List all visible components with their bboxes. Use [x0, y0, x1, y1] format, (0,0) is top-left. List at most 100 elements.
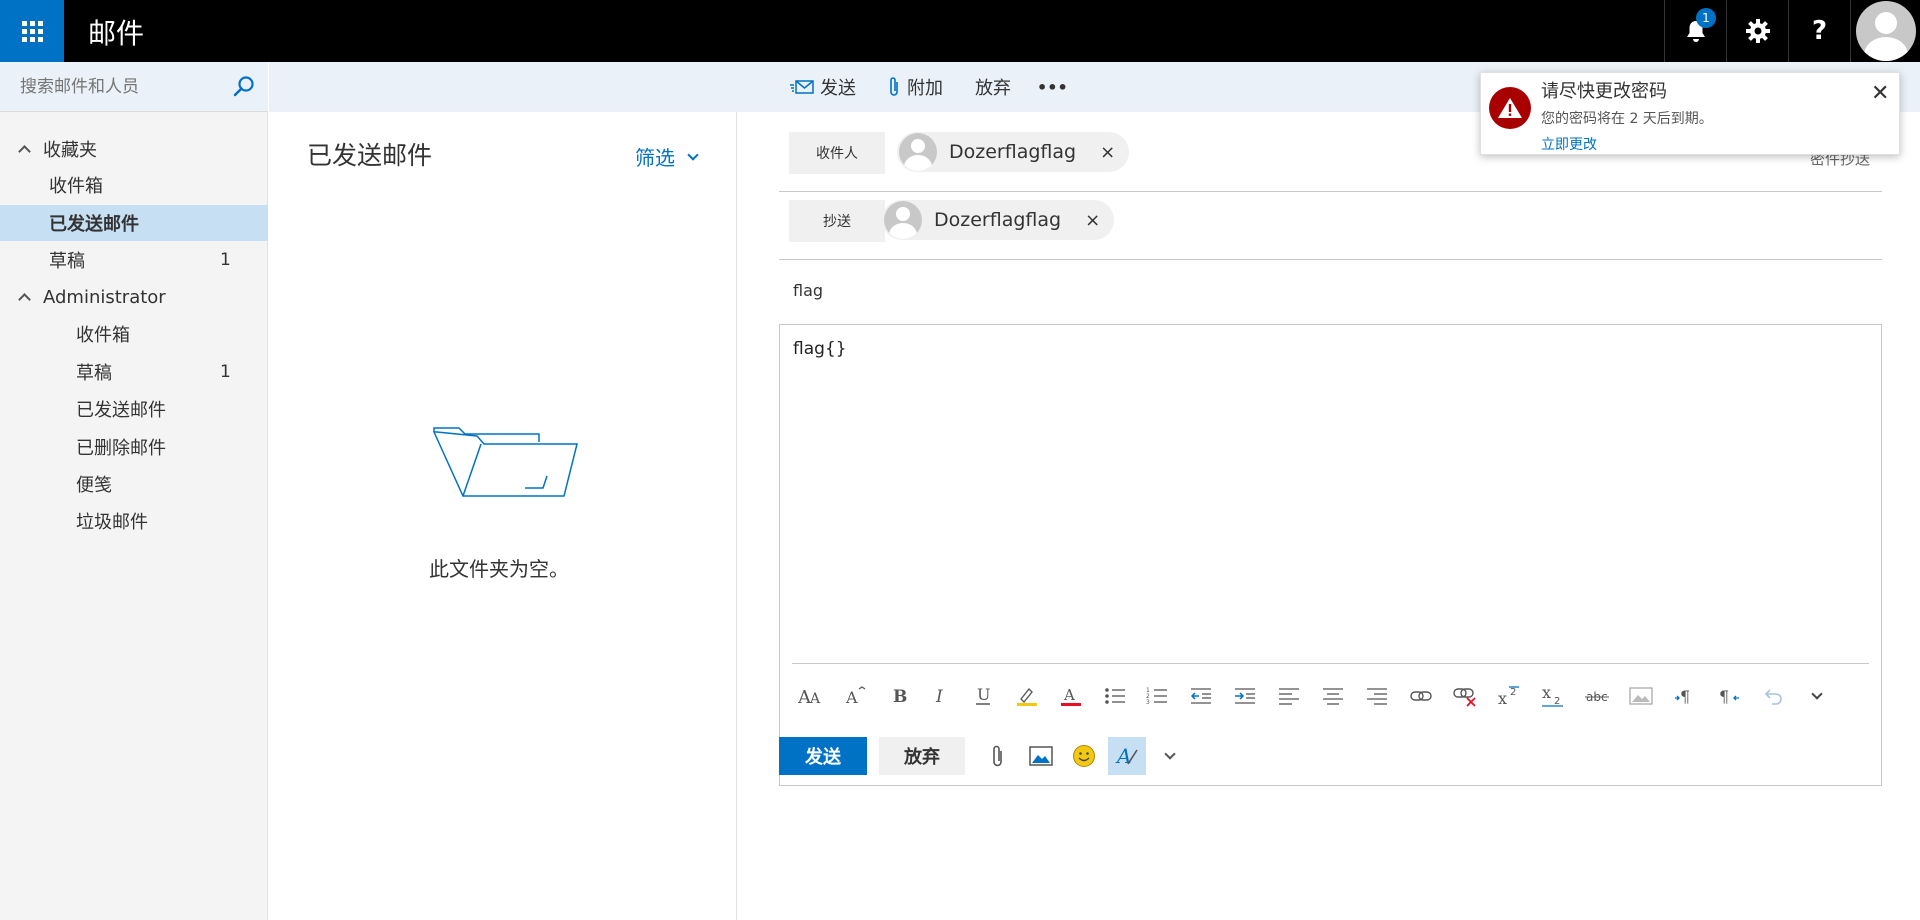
cc-recipient-chip[interactable]: Dozerflagflag ×: [882, 200, 1115, 240]
remove-recipient-icon[interactable]: ×: [1100, 142, 1115, 163]
discard-button[interactable]: 放弃: [879, 737, 965, 775]
cc-field: 抄送 Dozerflagflag ×: [779, 192, 1882, 260]
help-button[interactable]: ?: [1788, 0, 1850, 62]
align-left-icon[interactable]: [1274, 682, 1304, 710]
sidebar-item-inbox[interactable]: 收件箱: [0, 167, 268, 203]
sidebar-item-account-sent[interactable]: 已发送邮件: [0, 391, 268, 427]
font-color-icon[interactable]: A: [1056, 682, 1086, 710]
remove-link-icon[interactable]: [1450, 682, 1480, 710]
bold-icon[interactable]: B: [884, 682, 914, 710]
subscript-icon[interactable]: x2: [1538, 682, 1568, 710]
attach-command-label: 附加: [907, 78, 943, 99]
attach-command-button[interactable]: 附加: [887, 62, 943, 112]
settings-button[interactable]: [1726, 0, 1788, 62]
close-icon[interactable]: ✕: [1871, 81, 1889, 106]
warning-icon: [1489, 87, 1531, 129]
svg-text:A: A: [1115, 744, 1131, 768]
highlight-icon[interactable]: [1012, 682, 1042, 710]
grow-font-icon[interactable]: A: [840, 682, 870, 710]
numbering-icon[interactable]: 123: [1142, 682, 1172, 710]
more-formatting-icon[interactable]: [1802, 682, 1832, 710]
chevron-up-icon: [18, 144, 31, 158]
remove-recipient-icon[interactable]: ×: [1085, 210, 1100, 231]
unread-count: 1: [220, 250, 231, 270]
align-right-icon[interactable]: [1362, 682, 1392, 710]
account-label: Administrator: [43, 286, 166, 308]
send-command-button[interactable]: 发送: [790, 62, 856, 112]
favorites-header[interactable]: 收藏夹: [0, 131, 268, 167]
filter-button[interactable]: 筛选: [635, 142, 699, 171]
svg-text:x: x: [1542, 685, 1551, 702]
sidebar-item-account-drafts[interactable]: 草稿 1: [0, 354, 268, 390]
signature-icon[interactable]: A: [1108, 737, 1146, 775]
undo-icon[interactable]: [1758, 682, 1788, 710]
change-password-link[interactable]: 立即更改: [1541, 134, 1597, 154]
sidebar-item-label: 已删除邮件: [76, 438, 166, 459]
sidebar-item-account-deleted[interactable]: 已删除邮件: [0, 429, 268, 465]
search-box: [0, 62, 268, 112]
insert-image-icon[interactable]: [1626, 682, 1656, 710]
sidebar-item-sent[interactable]: 已发送邮件: [0, 205, 268, 241]
sidebar-item-label: 已发送邮件: [76, 400, 166, 421]
strikethrough-icon[interactable]: abc: [1582, 682, 1612, 710]
link-icon[interactable]: [1406, 682, 1436, 710]
message-body-editor[interactable]: flag{} AA A B I U A 1 2 3 x 2 x 2 abc ¶ …: [779, 324, 1882, 786]
folder-title: 已发送邮件: [307, 141, 433, 170]
font-size-icon[interactable]: AA: [796, 682, 826, 710]
italic-icon[interactable]: I: [926, 682, 956, 710]
superscript-icon[interactable]: x2: [1494, 682, 1524, 710]
top-bar: 邮件 1 ?: [0, 0, 1920, 62]
sidebar-item-label: 收件箱: [49, 176, 103, 197]
app-launcher-button[interactable]: [0, 0, 64, 62]
more-options-chevron-icon[interactable]: [1151, 737, 1189, 775]
discard-command-button[interactable]: 放弃: [975, 62, 1011, 112]
recipient-name: Dozerflagflag: [949, 141, 1077, 163]
increase-indent-icon[interactable]: [1230, 682, 1260, 710]
sidebar-item-account-junk[interactable]: 垃圾邮件: [0, 503, 268, 539]
more-icon: •••: [1037, 77, 1068, 97]
sidebar-item-account-inbox[interactable]: 收件箱: [0, 316, 268, 352]
recipient-avatar: [884, 201, 922, 239]
svg-text:A: A: [845, 688, 858, 706]
chevron-down-icon: [687, 148, 699, 161]
sidebar-item-account-notes[interactable]: 便笺: [0, 466, 268, 502]
search-input[interactable]: [20, 75, 220, 99]
svg-text:A: A: [1063, 686, 1075, 704]
emoji-icon[interactable]: [1065, 737, 1103, 775]
insert-picture-icon[interactable]: [1022, 737, 1060, 775]
unread-count: 1: [220, 362, 231, 382]
svg-text:I: I: [935, 687, 943, 706]
underline-icon[interactable]: U: [968, 682, 998, 710]
compose-pane: 发送 附加 放弃 ••• 收件人 Dozerflagflag × 密件抄送 抄送…: [737, 62, 1920, 920]
folder-pane: 收藏夹 收件箱 已发送邮件 草稿 1 Administrator 收件箱 草稿 …: [0, 62, 268, 920]
send-button[interactable]: 发送: [779, 737, 867, 775]
chevron-up-icon: [18, 292, 31, 306]
rtl-icon[interactable]: ¶: [1714, 682, 1744, 710]
search-icon[interactable]: [232, 75, 256, 99]
filter-label: 筛选: [635, 146, 675, 170]
decrease-indent-icon[interactable]: [1186, 682, 1216, 710]
cc-label-button[interactable]: 抄送: [789, 200, 885, 242]
ltr-icon[interactable]: ¶: [1670, 682, 1700, 710]
app-title: 邮件: [88, 17, 145, 50]
account-header[interactable]: Administrator: [0, 279, 268, 315]
bullets-icon[interactable]: [1100, 682, 1130, 710]
sidebar-item-label: 已发送邮件: [49, 214, 139, 235]
svg-text:2: 2: [1554, 696, 1560, 707]
to-label-button[interactable]: 收件人: [789, 132, 885, 174]
avatar: [1855, 1, 1916, 61]
account-button[interactable]: [1850, 0, 1920, 62]
subject-field[interactable]: flag: [793, 281, 823, 300]
align-center-icon[interactable]: [1318, 682, 1348, 710]
message-body-text[interactable]: flag{}: [793, 339, 847, 359]
attach-file-icon[interactable]: [979, 737, 1017, 775]
svg-text:A: A: [809, 691, 821, 706]
favorites-label: 收藏夹: [43, 140, 97, 161]
recipient-chip[interactable]: Dozerflagflag ×: [897, 132, 1130, 172]
more-actions-button[interactable]: •••: [1037, 62, 1068, 112]
notifications-button[interactable]: 1: [1664, 0, 1726, 62]
sidebar-item-label: 草稿: [49, 251, 85, 272]
empty-folder-icon: [432, 427, 578, 497]
sidebar-item-drafts[interactable]: 草稿 1: [0, 242, 268, 278]
sidebar-item-label: 收件箱: [76, 325, 130, 346]
